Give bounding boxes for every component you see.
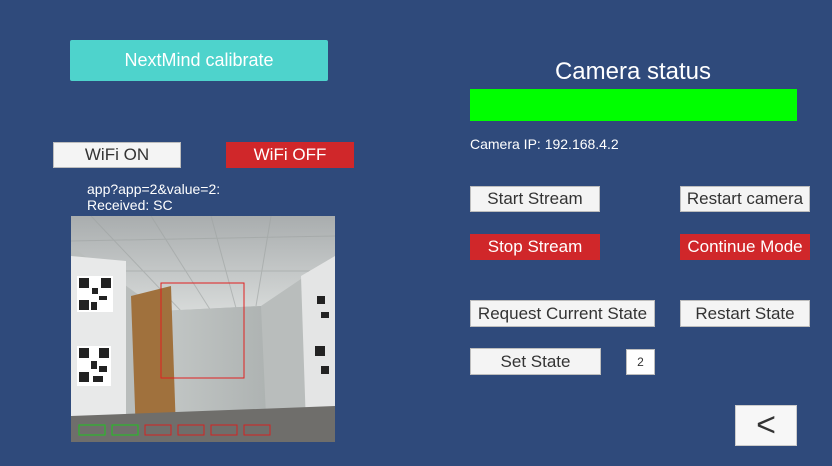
- camera-feed: [71, 216, 335, 442]
- camera-status-title: Camera status: [554, 58, 712, 85]
- app-received-text: Received: SC: [87, 197, 173, 213]
- start-stream-button[interactable]: Start Stream: [470, 186, 600, 212]
- request-current-state-button[interactable]: Request Current State: [470, 300, 655, 327]
- camera-feed-image: [71, 216, 335, 442]
- camera-ip-text: Camera IP: 192.168.4.2: [470, 136, 619, 152]
- state-value-input[interactable]: [626, 349, 655, 375]
- stop-stream-button[interactable]: Stop Stream: [470, 234, 600, 260]
- wifi-off-button[interactable]: WiFi OFF: [226, 142, 354, 168]
- camera-status-indicator: [470, 89, 797, 121]
- continue-mode-button[interactable]: Continue Mode: [680, 234, 810, 260]
- app-info: app?app=2&value=2: Received: SC: [87, 181, 220, 213]
- app-request-text: app?app=2&value=2:: [87, 181, 221, 197]
- wifi-on-button[interactable]: WiFi ON: [53, 142, 181, 168]
- chevron-left-icon: <: [756, 406, 776, 444]
- restart-state-button[interactable]: Restart State: [680, 300, 810, 327]
- back-button[interactable]: <: [735, 405, 797, 446]
- restart-camera-button[interactable]: Restart camera: [680, 186, 810, 212]
- set-state-button[interactable]: Set State: [470, 348, 601, 375]
- nextmind-calibrate-button[interactable]: NextMind calibrate: [70, 40, 328, 81]
